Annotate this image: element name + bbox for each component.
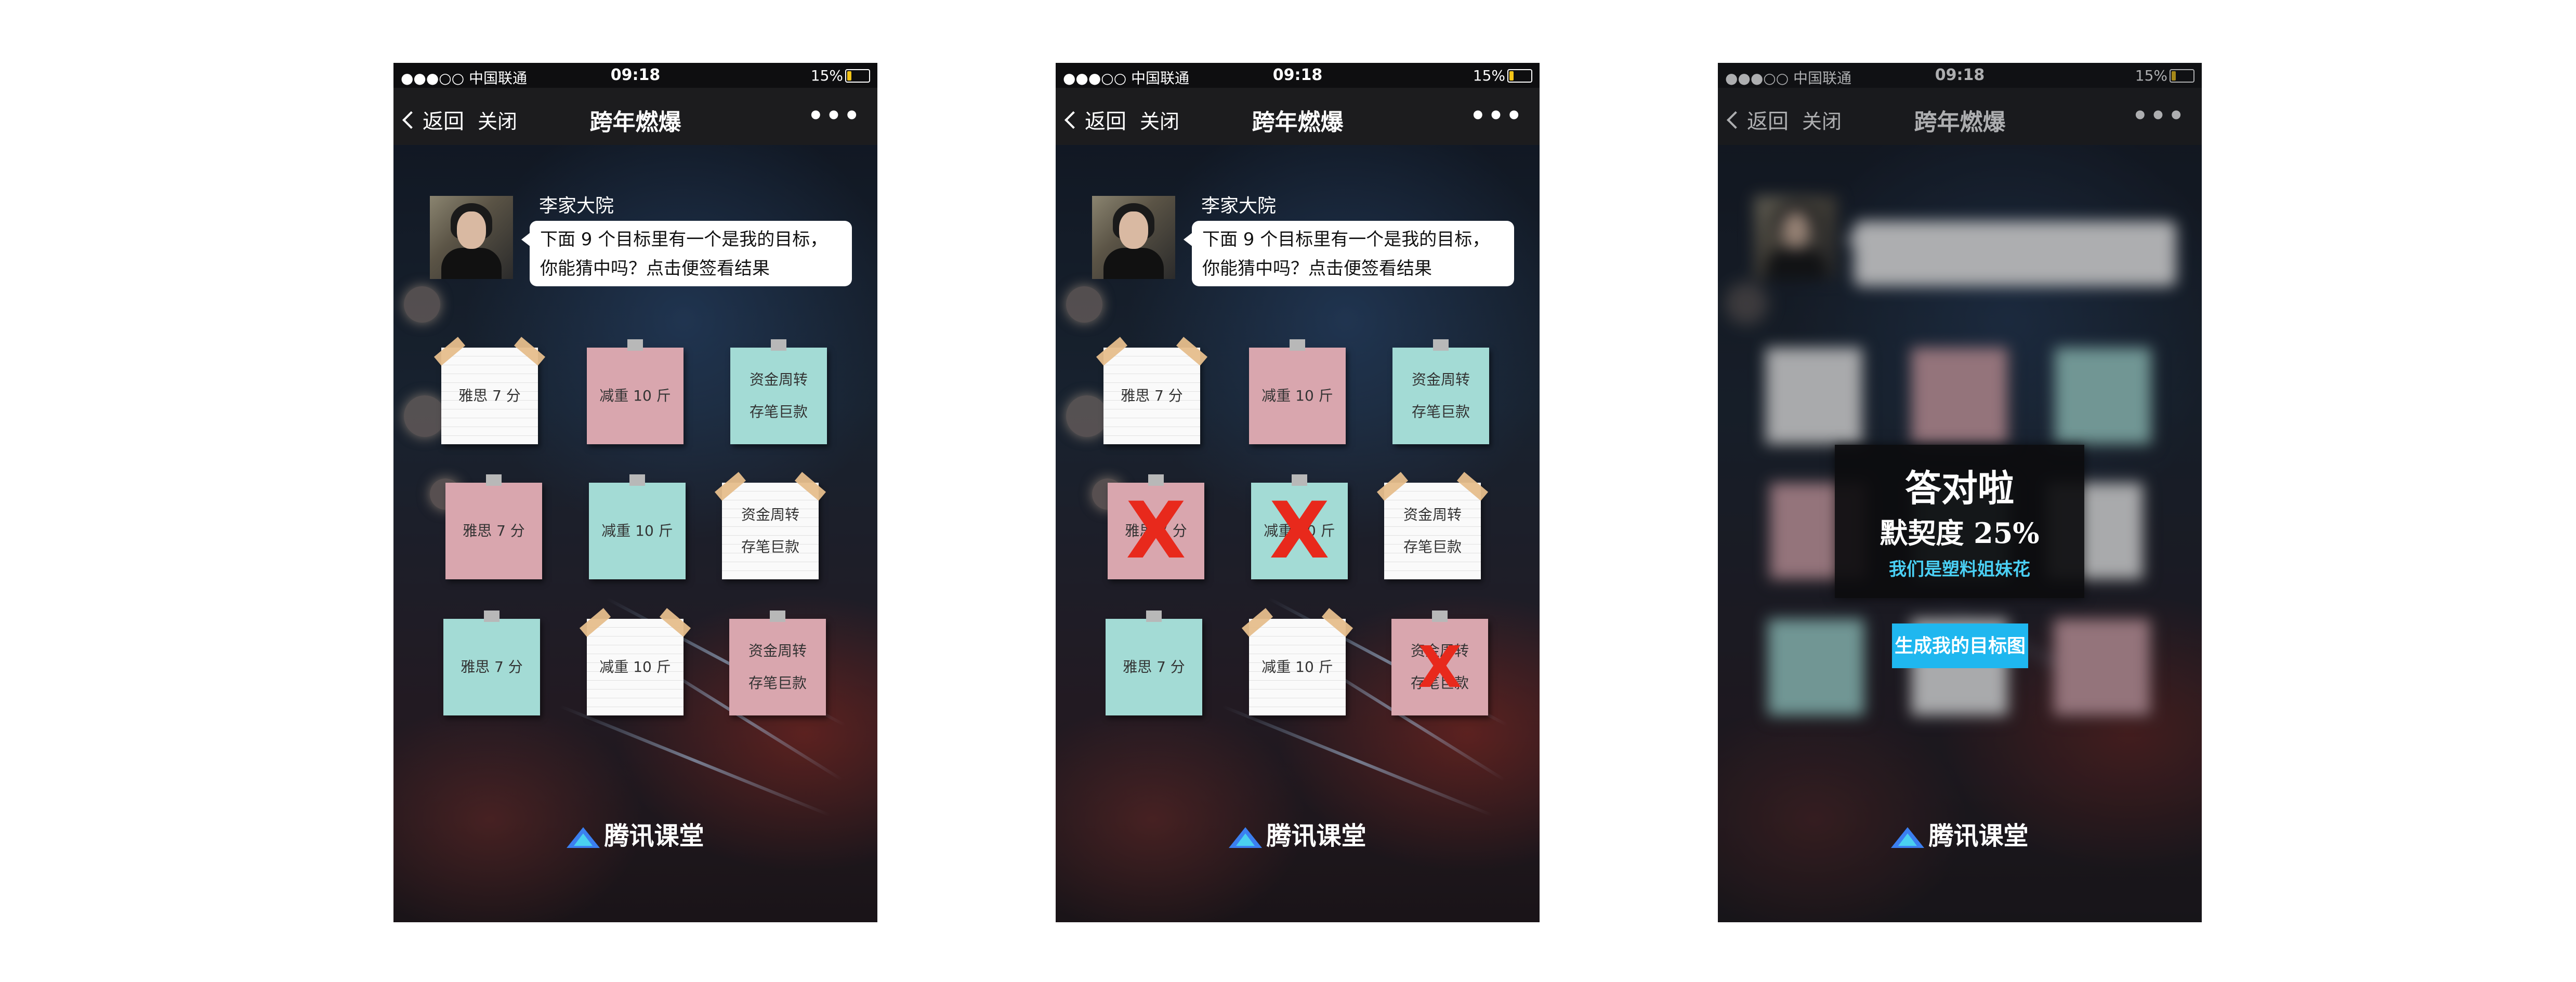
chat-line: 你能猜中吗？点击便签看结果 [1202,258,1432,279]
note-text: 减重 10 斤 [1261,387,1333,404]
battery-percent: 15% [810,67,843,84]
note-text: 雅思 7 分 [458,387,521,404]
nav-bar: 返回 关闭 跨年燃爆 ••• [1056,88,1540,145]
page-title: 跨年燃爆 [589,109,681,136]
status-bar: ●●●○○ 中国联通 09:18 15% [393,63,877,88]
note-text: 资金周转 [749,371,808,388]
chat-line: 你能猜中吗？点击便签看结果 [540,258,770,279]
brand-name: 腾讯课堂 [604,821,704,851]
sticky-note[interactable]: 雅思 7 分 [443,611,540,715]
battery-icon [1507,69,1532,83]
battery-icon [845,69,870,83]
more-menu-button[interactable]: ••• [1470,101,1524,130]
note-text: 资金周转 [748,642,807,659]
phone-screen-result: ●●●○○ 中国联通 09:18 15% 返回 关闭 跨年燃爆 ••• 答对啦 … [1718,63,2202,922]
note-text: 减重 10 斤 [599,387,671,404]
note-text: 减重 10 斤 [1261,658,1333,675]
sticky-note-wrong[interactable]: 雅思 7 分X [1108,474,1204,579]
sticky-note[interactable]: 减重 10 斤 [1249,339,1346,444]
note-text: 资金周转 [1403,506,1462,523]
battery-percent: 15% [1473,67,1505,84]
sticky-note-wrong[interactable]: 资金周转 存笔巨款 X [1391,611,1488,715]
wrong-x-mark: X [1269,486,1330,576]
result-title: 答对啦 [1905,467,2014,510]
chat-line: 下面 9 个目标里有一个是我的目标， [540,229,828,250]
brand-name: 腾讯课堂 [1266,821,1366,851]
sticky-note[interactable]: 资金周转 存笔巨款 [1392,339,1489,444]
generate-goal-image-button[interactable]: 生成我的目标图 [1892,623,2028,668]
note-text: 雅思 7 分 [1123,658,1185,675]
note-text: 雅思 7 分 [1121,387,1183,404]
chat-bubble: 下面 9 个目标里有一个是我的目标， 你能猜中吗？点击便签看结果 [521,221,852,286]
brand-footer: 腾讯课堂 [1056,815,1540,852]
sticky-note[interactable]: 资金周转 存笔巨款 [730,339,827,444]
sticky-note[interactable]: 雅思 7 分 [1096,337,1208,444]
brand-name: 腾讯课堂 [1928,821,2029,851]
result-score: 默契度 25% [1880,516,2040,550]
note-text: 存笔巨款 [1411,403,1470,420]
sticky-note[interactable]: 雅思 7 分 [1106,611,1202,715]
wrong-x-mark: X [1417,634,1462,700]
sticky-note[interactable]: 减重 10 斤 [1241,608,1353,715]
content-area: 李家大院 下面 9 个目标里有一个是我的目标， 你能猜中吗？点击便签看结果 雅思… [1056,145,1540,922]
avatar [1092,196,1175,279]
sticky-note[interactable]: 减重 10 斤 [579,608,691,715]
nav-bar: 返回 关闭 跨年燃爆 ••• [393,88,877,145]
note-text: 雅思 7 分 [461,658,523,675]
page-title: 跨年燃爆 [1252,109,1344,136]
more-menu-button[interactable]: ••• [808,101,862,130]
brand-footer: 腾讯课堂 [1718,815,2202,852]
phone-screen-wrong-guesses: ●●●○○ 中国联通 09:18 15% 返回 关闭 跨年燃爆 ••• 李家大院… [1056,63,1540,922]
note-text: 减重 10 斤 [599,658,671,675]
sticky-note[interactable]: 资金周转 存笔巨款 [714,472,826,579]
sender-name: 李家大院 [539,195,614,217]
note-text: 存笔巨款 [1403,538,1462,555]
result-subtitle: 我们是塑料姐妹花 [1889,559,2030,580]
sticky-note[interactable]: 减重 10 斤 [589,474,686,579]
note-text: 资金周转 [1411,371,1470,388]
sticky-note-wrong[interactable]: 减重 10 斤X [1251,474,1348,579]
avatar [430,196,513,279]
note-text: 减重 10 斤 [601,522,673,539]
note-text: 存笔巨款 [749,403,808,420]
phone-screen-initial: ●●●○○ 中国联通 09:18 15% 返回 关闭 跨年燃爆 ••• 李家大院… [393,63,877,922]
status-time: 09:18 [610,66,661,84]
status-bar: ●●●○○ 中国联通 09:18 15% [1056,63,1540,88]
tencent-classroom-logo-icon [1891,824,1925,851]
result-popup: 答对啦 默契度 25% 我们是塑料姐妹花 [1835,445,2084,598]
sticky-note[interactable]: 资金周转 存笔巨款 [1376,472,1489,579]
content-area: 李家大院 下面 9 个目标里有一个是我的目标， 你能猜中吗？点击便签看结果 雅思… [393,145,877,922]
sticky-note[interactable]: 减重 10 斤 [587,339,684,444]
note-text: 资金周转 [741,506,799,523]
sticky-note[interactable]: 资金周转 存笔巨款 [729,611,826,715]
note-text: 存笔巨款 [741,538,799,555]
chat-line: 下面 9 个目标里有一个是我的目标， [1202,229,1490,250]
tencent-classroom-logo-icon [1229,824,1263,851]
brand-footer: 腾讯课堂 [393,815,877,852]
sticky-note[interactable]: 雅思 7 分 [445,474,542,579]
note-text: 雅思 7 分 [463,522,525,539]
sticky-note[interactable]: 雅思 7 分 [433,337,546,444]
chat-bubble: 下面 9 个目标里有一个是我的目标， 你能猜中吗？点击便签看结果 [1184,221,1514,286]
status-time: 09:18 [1272,66,1323,84]
note-text: 存笔巨款 [748,674,807,692]
wrong-x-mark: X [1126,486,1186,576]
sender-name: 李家大院 [1201,195,1277,217]
tencent-classroom-logo-icon [567,824,600,851]
